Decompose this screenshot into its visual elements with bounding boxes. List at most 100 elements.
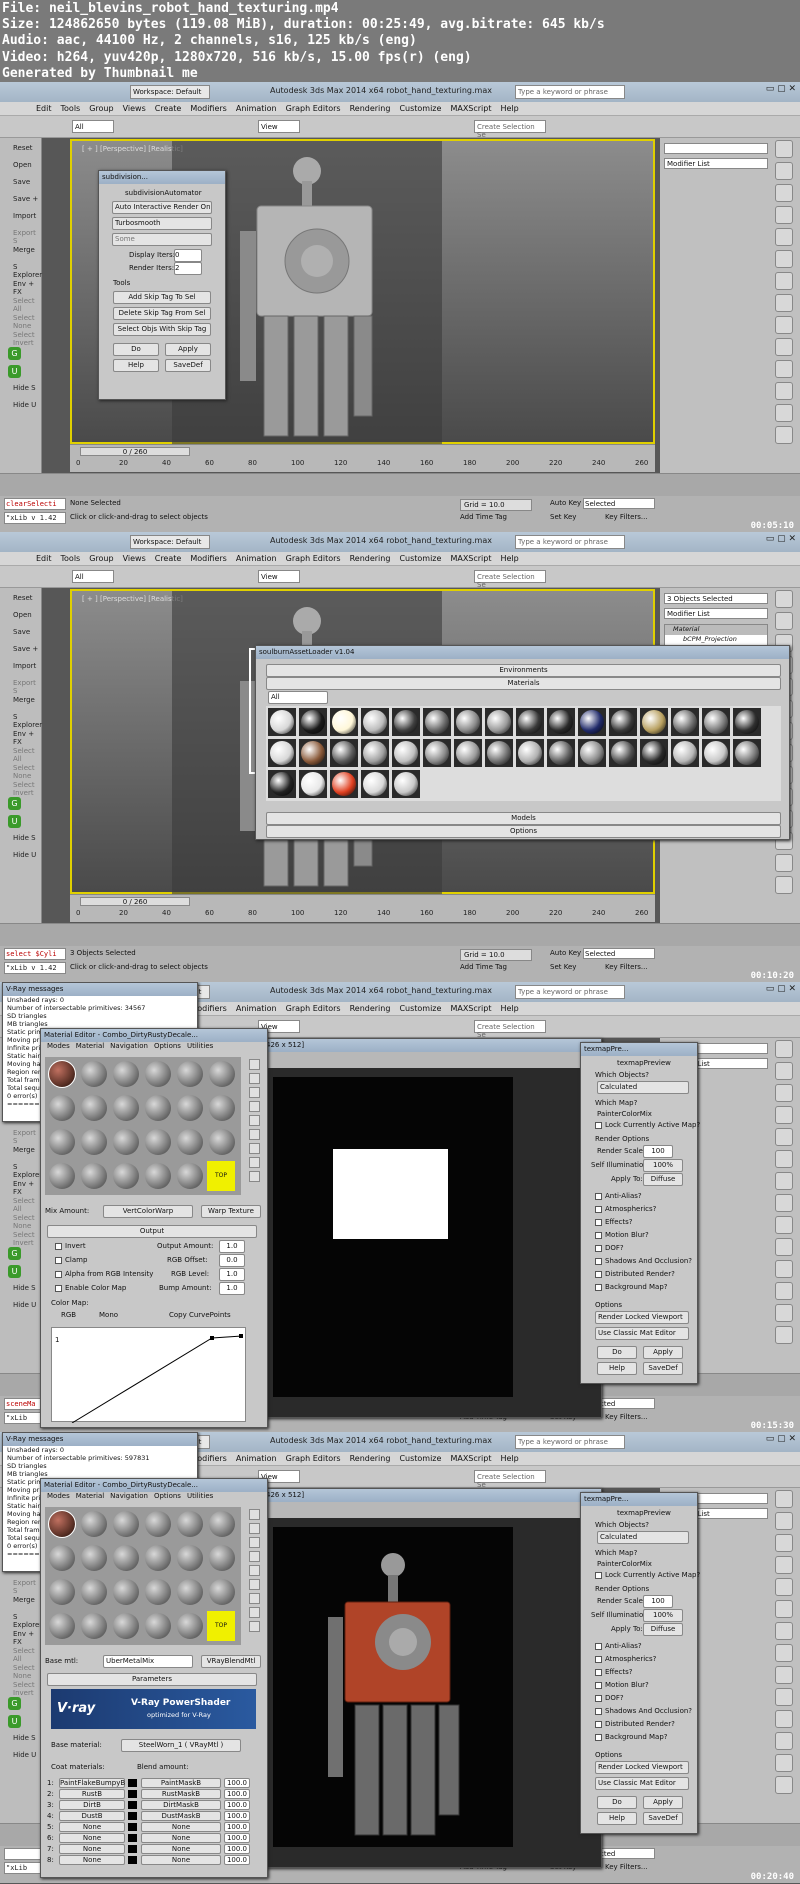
- blend-amount-button[interactable]: None: [141, 1833, 221, 1843]
- system-icon[interactable]: [775, 854, 793, 872]
- menu-animation[interactable]: Animation: [236, 554, 277, 563]
- material-thumbnail[interactable]: [547, 739, 575, 767]
- menu-tools[interactable]: Tools: [61, 554, 81, 563]
- modifier-stack-item[interactable]: Material: [665, 625, 767, 635]
- render-icon[interactable]: [775, 1172, 793, 1190]
- sample-slot-sphere[interactable]: [81, 1545, 107, 1571]
- parameters-rollout[interactable]: Parameters: [47, 1673, 257, 1686]
- light-icon[interactable]: [775, 1666, 793, 1684]
- blend-amount-button[interactable]: DustMaskB: [141, 1811, 221, 1821]
- coat-material-button[interactable]: RustB: [59, 1789, 125, 1799]
- sample-slot-sphere[interactable]: [48, 1510, 76, 1538]
- sample-slot-sphere[interactable]: [113, 1579, 139, 1605]
- material-name-field[interactable]: UberMetalMix: [103, 1655, 193, 1668]
- menu-help[interactable]: Help: [501, 1004, 519, 1013]
- subdiv-type-dropdown[interactable]: Turbosmooth: [112, 217, 212, 230]
- dialog-title[interactable]: texmapPre...: [581, 1493, 697, 1506]
- camera-icon[interactable]: [775, 1238, 793, 1256]
- window-controls[interactable]: ▭ ▢ ✕: [766, 984, 796, 994]
- material-thumbnail[interactable]: [547, 708, 575, 736]
- add-time-tag[interactable]: Add Time Tag: [460, 513, 507, 521]
- mat-tool-icon[interactable]: [249, 1101, 260, 1112]
- sample-slot-sphere[interactable]: [177, 1511, 203, 1537]
- bump-amount-spinner[interactable]: 1.0: [219, 1282, 245, 1295]
- menu-graph-editors[interactable]: Graph Editors: [286, 1004, 341, 1013]
- key-filters-button[interactable]: Key Filters...: [605, 1413, 648, 1421]
- mono-radio[interactable]: Mono: [99, 1311, 118, 1319]
- export-selected-button[interactable]: Export S: [13, 1579, 41, 1595]
- mat-tool-icon[interactable]: [249, 1523, 260, 1534]
- create-tab-icon[interactable]: [775, 140, 793, 158]
- display-iters-spinner[interactable]: 0: [174, 249, 202, 262]
- blend-amount-spinner[interactable]: 100.0: [224, 1811, 250, 1821]
- which-objects-dropdown[interactable]: Calculated: [597, 1531, 689, 1544]
- render-iters-spinner[interactable]: 2: [174, 262, 202, 275]
- mat-tool-icon[interactable]: [249, 1509, 260, 1520]
- hide-selected-button[interactable]: Hide S: [13, 384, 41, 395]
- menu-customize[interactable]: Customize: [399, 104, 441, 113]
- key-filters-button[interactable]: Key Filters...: [605, 963, 648, 971]
- mat-tool-icon[interactable]: [249, 1551, 260, 1562]
- display-tab-icon[interactable]: [775, 228, 793, 246]
- mat-tool-icon[interactable]: [249, 1143, 260, 1154]
- sample-slot-sphere[interactable]: [81, 1579, 107, 1605]
- merge-button[interactable]: Merge: [13, 246, 41, 257]
- object-name-field[interactable]: [664, 143, 768, 154]
- group-icon[interactable]: G: [8, 797, 21, 810]
- render-option-checkbox[interactable]: [595, 1284, 602, 1291]
- coat-color-swatch[interactable]: [128, 1801, 137, 1809]
- import-button[interactable]: Import: [13, 212, 41, 223]
- hierarchy-tab-icon[interactable]: [775, 1084, 793, 1102]
- sample-slot-sphere[interactable]: [145, 1095, 171, 1121]
- mat-editor-dropdown[interactable]: Use Classic Mat Editor: [595, 1327, 689, 1340]
- dialog-title[interactable]: Material Editor - Combo_DirtyRustyDecale…: [41, 1479, 267, 1492]
- mat-tool-icon[interactable]: [249, 1157, 260, 1168]
- environments-rollout[interactable]: Environments: [266, 664, 781, 677]
- key-mode-dropdown[interactable]: Selected: [583, 948, 655, 959]
- mat-tool-icon[interactable]: [249, 1087, 260, 1098]
- render-option-checkbox[interactable]: [595, 1258, 602, 1265]
- mat-menu-item[interactable]: Utilities: [187, 1042, 213, 1050]
- sample-slot-sphere[interactable]: [145, 1579, 171, 1605]
- help-button[interactable]: Help: [597, 1362, 637, 1375]
- render-icon[interactable]: [775, 1622, 793, 1640]
- sample-slot-sphere[interactable]: [209, 1511, 235, 1537]
- blend-amount-spinner[interactable]: 100.0: [224, 1778, 250, 1788]
- sample-slot-sphere[interactable]: [113, 1095, 139, 1121]
- material-thumbnail[interactable]: [640, 708, 668, 736]
- import-button[interactable]: Import: [13, 662, 41, 673]
- coat-material-button[interactable]: DustB: [59, 1811, 125, 1821]
- blend-amount-spinner[interactable]: 100.0: [224, 1800, 250, 1810]
- display-tab-icon[interactable]: [775, 1578, 793, 1596]
- render-option-checkbox[interactable]: [595, 1643, 602, 1650]
- menu-rendering[interactable]: Rendering: [350, 1454, 391, 1463]
- sample-slot-sphere[interactable]: [177, 1613, 203, 1639]
- sample-slot-sphere[interactable]: [145, 1613, 171, 1639]
- hide-unselected-button[interactable]: Hide U: [13, 401, 41, 412]
- material-thumbnail[interactable]: [516, 739, 544, 767]
- material-thumbnail[interactable]: [299, 708, 327, 736]
- mat-tool-icon[interactable]: [249, 1607, 260, 1618]
- render-option-checkbox[interactable]: [595, 1219, 602, 1226]
- open-button[interactable]: Open: [13, 161, 41, 172]
- apply-button[interactable]: Apply: [643, 1346, 683, 1359]
- selection-filter-dropdown[interactable]: All: [72, 570, 114, 583]
- reset-button[interactable]: Reset: [13, 144, 41, 155]
- rollout-header[interactable]: texmapPreview: [617, 1509, 671, 1517]
- render-option-checkbox[interactable]: [595, 1232, 602, 1239]
- material-thumbnail[interactable]: [702, 708, 730, 736]
- system-icon[interactable]: [775, 1304, 793, 1322]
- coat-color-swatch[interactable]: [128, 1834, 137, 1842]
- material-thumbnail[interactable]: [671, 739, 699, 767]
- material-thumbnail[interactable]: [609, 739, 637, 767]
- blend-amount-button[interactable]: None: [141, 1844, 221, 1854]
- mat-editor-dropdown[interactable]: Use Classic Mat Editor: [595, 1777, 689, 1790]
- hide-unselected-button[interactable]: Hide U: [13, 1751, 41, 1762]
- env-fx-button[interactable]: Env + FX: [13, 730, 41, 746]
- coat-material-button[interactable]: None: [59, 1855, 125, 1865]
- create-tab-icon[interactable]: [775, 1040, 793, 1058]
- sample-slot-sphere[interactable]: [177, 1129, 203, 1155]
- material-thumbnail[interactable]: [671, 708, 699, 736]
- mat-tool-icon[interactable]: [249, 1621, 260, 1632]
- select-none-button[interactable]: Select None: [13, 1214, 41, 1230]
